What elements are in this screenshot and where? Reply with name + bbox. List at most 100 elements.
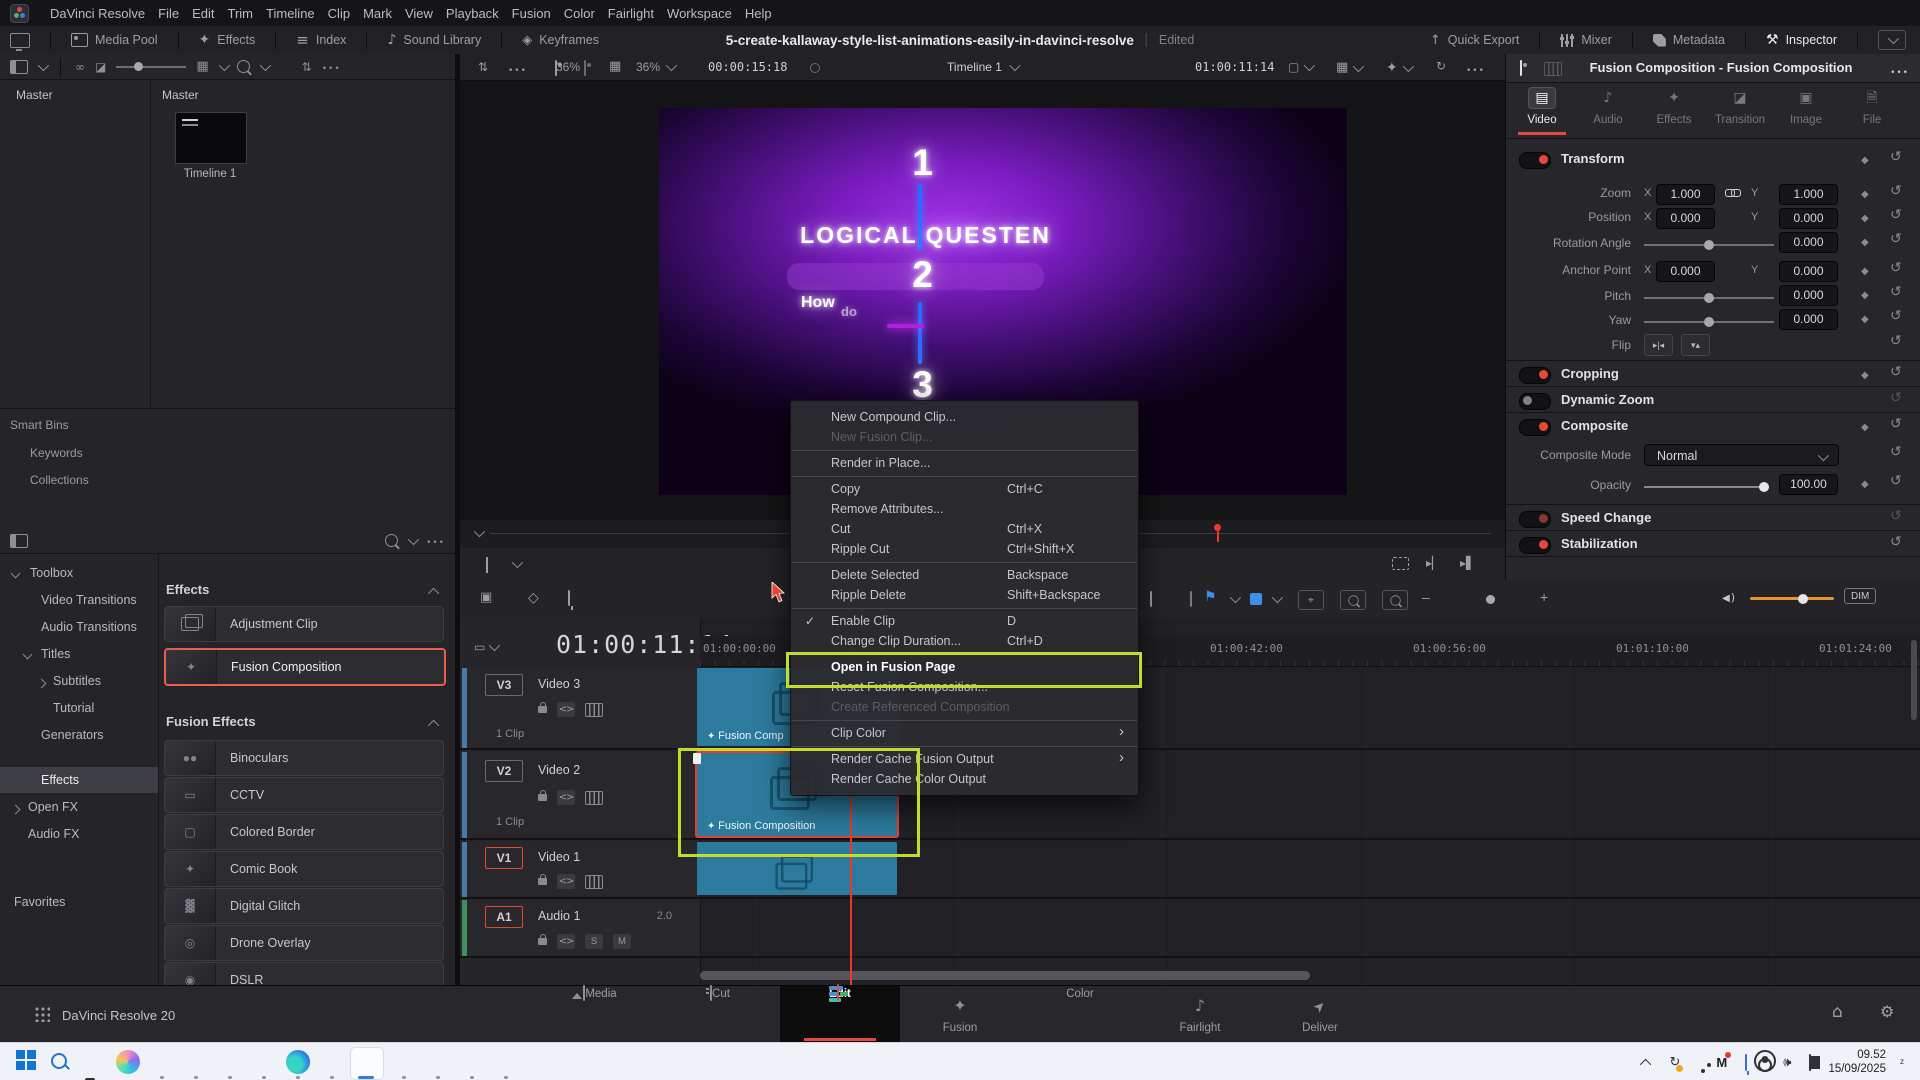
tree-item-generators[interactable]: Generators bbox=[41, 723, 104, 747]
bin-tree-master[interactable]: Master bbox=[16, 88, 53, 102]
volume-icon[interactable]: 🕪 bbox=[1783, 1055, 1791, 1070]
track-a1-id[interactable]: A1 bbox=[485, 906, 523, 928]
tab-video[interactable]: ▤Video bbox=[1509, 88, 1575, 126]
reset-icon[interactable] bbox=[1890, 308, 1902, 324]
menu-item-new-compound-clip[interactable]: New Compound Clip... bbox=[791, 407, 1138, 427]
auto-select-icon[interactable] bbox=[557, 874, 575, 889]
effects-section-header[interactable]: Effects bbox=[166, 582, 209, 597]
menu-item-ripple-delete[interactable]: Ripple DeleteShift+Backspace bbox=[791, 585, 1138, 605]
clip-insert-icon[interactable] bbox=[1150, 591, 1152, 607]
auto-select-icon[interactable] bbox=[557, 702, 575, 717]
lock-icon[interactable] bbox=[538, 938, 547, 945]
fusion-effect-comic-book[interactable]: ✦Comic Book bbox=[164, 851, 444, 887]
chevron-down-icon[interactable] bbox=[1272, 592, 1283, 603]
reset-icon[interactable] bbox=[1890, 390, 1902, 406]
tab-transition[interactable]: ◪Transition bbox=[1707, 88, 1773, 126]
tree-item-effects[interactable]: Effects bbox=[41, 768, 79, 792]
usage-icon[interactable]: ◪ bbox=[95, 60, 106, 74]
rotation-field[interactable]: 0.000 bbox=[1779, 232, 1838, 253]
track-a1-header[interactable]: A1 Audio 1 2.0 S M bbox=[460, 900, 700, 956]
more-options-icon[interactable] bbox=[322, 60, 341, 74]
grid-view-icon[interactable] bbox=[196, 59, 208, 74]
panel-layout-icon[interactable] bbox=[10, 534, 28, 548]
clip-overwrite-icon[interactable] bbox=[1190, 591, 1192, 607]
stabilization-header[interactable]: Stabilization bbox=[1561, 536, 1638, 551]
jog-playhead-marker[interactable] bbox=[1214, 524, 1221, 531]
m-app-tray-icon[interactable]: M bbox=[1716, 1055, 1727, 1070]
flag-icon[interactable] bbox=[1204, 589, 1217, 605]
smart-bin-keywords[interactable]: Keywords bbox=[30, 446, 83, 460]
sort-icon[interactable] bbox=[302, 60, 312, 74]
menu-trim[interactable]: Trim bbox=[228, 6, 254, 21]
gallery-icon[interactable] bbox=[584, 60, 586, 76]
menu-file[interactable]: File bbox=[158, 6, 179, 21]
menu-mark[interactable]: Mark bbox=[363, 6, 392, 21]
fusion-effect-binoculars[interactable]: ●●Binoculars bbox=[164, 740, 444, 776]
reset-icon[interactable] bbox=[1890, 207, 1902, 223]
audio-monitor-slider[interactable] bbox=[1750, 597, 1834, 600]
reset-icon[interactable] bbox=[1890, 231, 1902, 247]
index-toggle[interactable]: Index bbox=[296, 31, 346, 49]
menu-item-change-clip-duration[interactable]: Change Clip Duration...Ctrl+D bbox=[791, 631, 1138, 651]
keyframe-icon[interactable] bbox=[1861, 234, 1869, 248]
cropping-enable-toggle[interactable] bbox=[1519, 367, 1551, 384]
tree-item-toolbox[interactable]: Toolbox bbox=[30, 561, 73, 585]
vertical-scrollbar[interactable] bbox=[1911, 640, 1917, 720]
menu-help[interactable]: Help bbox=[745, 6, 772, 21]
reset-icon[interactable] bbox=[1890, 508, 1902, 524]
yaw-field[interactable]: 0.000 bbox=[1779, 309, 1838, 330]
chevron-down-icon[interactable] bbox=[474, 526, 485, 537]
viewer-grid-select[interactable] bbox=[1336, 60, 1361, 75]
chevron-down-icon[interactable] bbox=[11, 569, 21, 579]
keyframe-icon[interactable] bbox=[1861, 419, 1869, 433]
project-manager-icon[interactable] bbox=[10, 33, 30, 48]
zoom-in-button[interactable]: + bbox=[1540, 589, 1548, 605]
track-film-icon[interactable] bbox=[585, 875, 603, 889]
solo-button[interactable]: S bbox=[585, 934, 603, 949]
pitch-field[interactable]: 0.000 bbox=[1779, 285, 1838, 306]
audio-clip-icon[interactable] bbox=[1544, 62, 1562, 76]
sort-icon[interactable] bbox=[478, 60, 488, 74]
zoom-in-tool[interactable] bbox=[1340, 590, 1366, 610]
page-color[interactable]: Color bbox=[1020, 986, 1140, 1043]
menu-item-remove-attributes[interactable]: Remove Attributes... bbox=[791, 499, 1138, 519]
resize-tool-icon[interactable] bbox=[486, 557, 488, 573]
track-v3-name[interactable]: Video 3 bbox=[538, 677, 580, 691]
task-view-icon[interactable] bbox=[82, 1074, 106, 1080]
lock-icon[interactable] bbox=[538, 794, 547, 801]
page-cut[interactable]: Cut bbox=[660, 986, 780, 1043]
menu-item-ripple-cut[interactable]: Ripple CutCtrl+Shift+X bbox=[791, 539, 1138, 559]
menu-clip[interactable]: Clip bbox=[328, 6, 350, 21]
zoom-x-field[interactable]: 1.000 bbox=[1656, 184, 1715, 205]
effect-fusion-composition[interactable]: ✦ Fusion Composition bbox=[164, 648, 446, 686]
timeline-clip-label[interactable]: Timeline 1 bbox=[160, 168, 260, 180]
reset-icon[interactable] bbox=[1890, 260, 1902, 276]
chevron-down-icon[interactable] bbox=[1230, 592, 1241, 603]
metadata-toggle[interactable]: Metadata bbox=[1653, 33, 1725, 47]
position-x-field[interactable]: 0.000 bbox=[1656, 208, 1715, 229]
transform-enable-toggle[interactable] bbox=[1519, 152, 1551, 169]
auto-select-icon[interactable] bbox=[557, 934, 575, 949]
keyframe-icon[interactable] bbox=[1861, 263, 1869, 277]
menu-item-copy[interactable]: CopyCtrl+C bbox=[791, 479, 1138, 499]
tree-item-titles[interactable]: Titles bbox=[41, 642, 70, 666]
track-v2-header[interactable]: V2 Video 2 1 Clip bbox=[460, 752, 700, 838]
collapse-icon[interactable] bbox=[428, 720, 439, 731]
tree-item-subtitles[interactable]: Subtitles bbox=[53, 669, 101, 693]
edge-icon[interactable] bbox=[286, 1050, 310, 1074]
clock[interactable]: 09.52 15/09/2025 bbox=[1828, 1048, 1886, 1077]
keyframe-icon[interactable] bbox=[1861, 367, 1869, 381]
mixer-toggle[interactable]: Mixer bbox=[1560, 33, 1612, 47]
zoom-out-button[interactable]: – bbox=[1422, 589, 1430, 605]
marker-icon[interactable] bbox=[1250, 593, 1262, 605]
keyframe-icon[interactable] bbox=[1861, 287, 1869, 301]
speed-change-header[interactable]: Speed Change bbox=[1561, 510, 1651, 525]
menu-view[interactable]: View bbox=[405, 6, 433, 21]
track-v2-id[interactable]: V2 bbox=[485, 760, 523, 782]
menu-color[interactable]: Color bbox=[564, 6, 595, 21]
track-v2-name[interactable]: Video 2 bbox=[538, 763, 580, 777]
auto-select-icon[interactable] bbox=[557, 790, 575, 805]
search-icon[interactable] bbox=[237, 60, 250, 73]
effect-adjustment-clip[interactable]: Adjustment Clip bbox=[164, 606, 444, 642]
menu-timeline[interactable]: Timeline bbox=[266, 6, 315, 21]
